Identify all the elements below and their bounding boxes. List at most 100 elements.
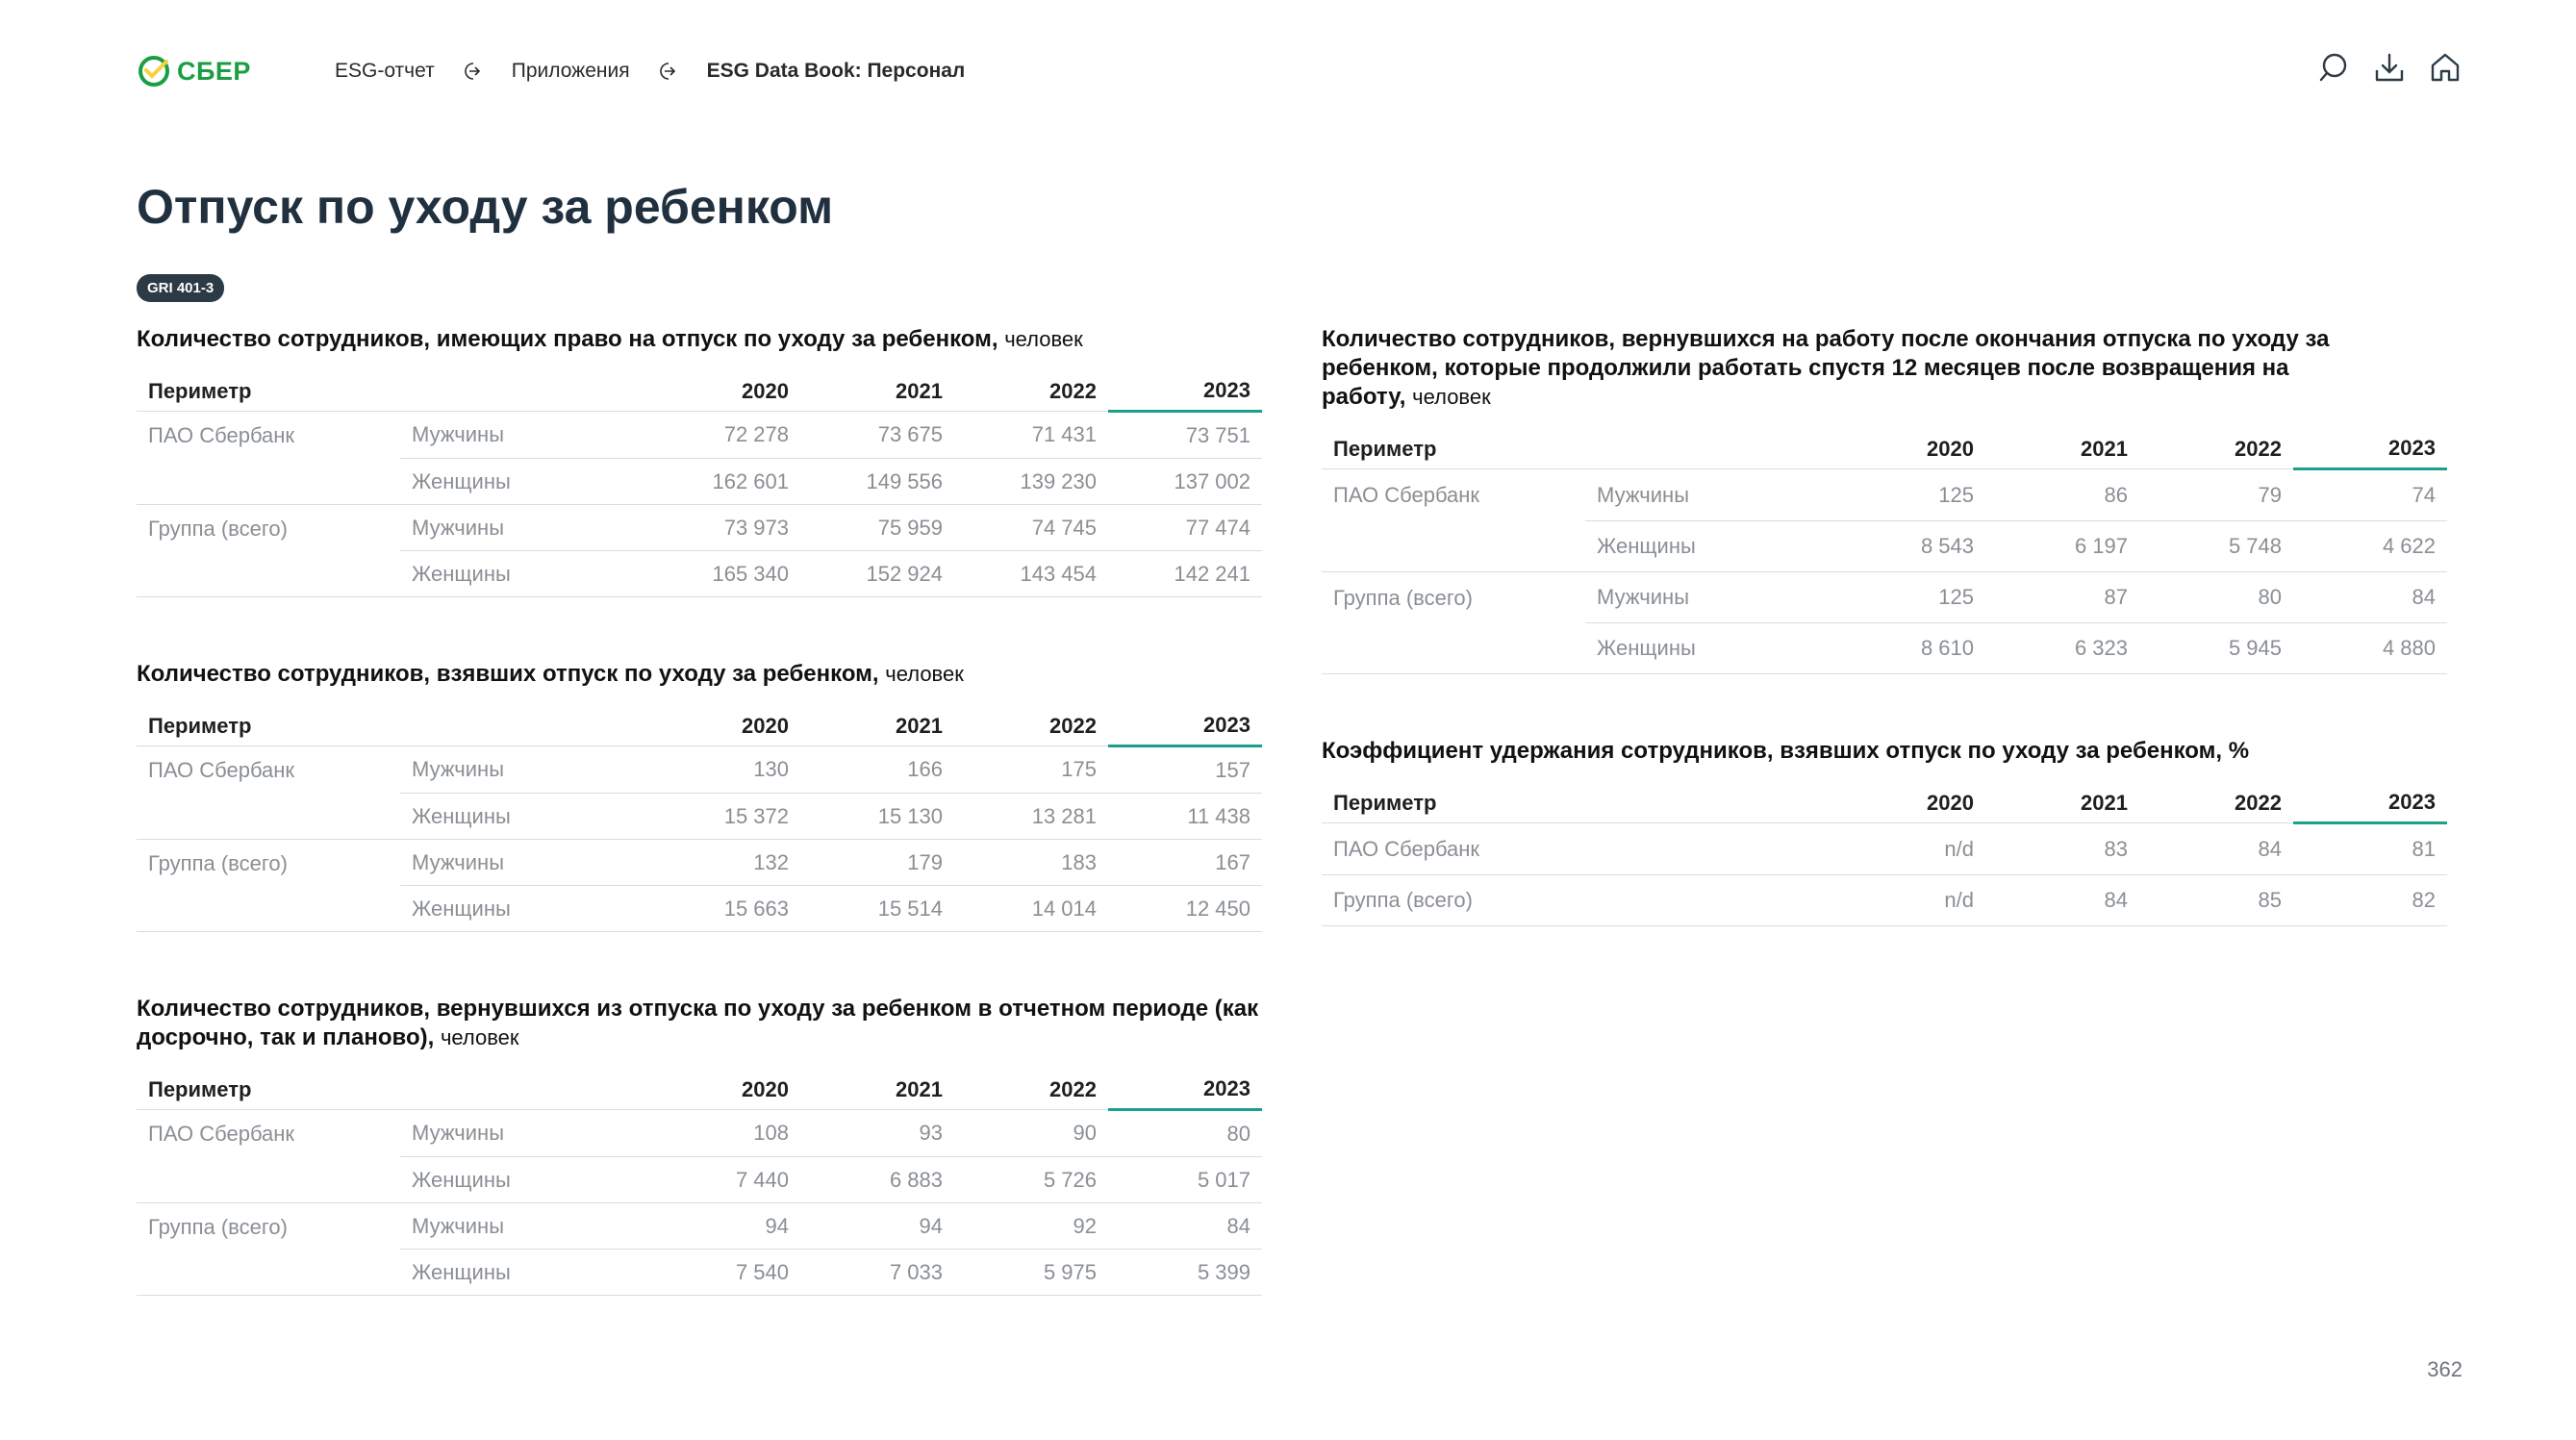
column-header-year: 2023 <box>1108 1070 1262 1111</box>
column-header-perimeter: Периметр <box>137 371 646 412</box>
gender-cell: Мужчины <box>400 745 646 794</box>
header-row: Периметр 2020 2021 2022 2023 <box>137 706 1262 747</box>
column-header-year: 2023 <box>2293 783 2447 824</box>
column-header-year: 2020 <box>646 371 800 412</box>
value-cell: 7 033 <box>800 1249 954 1296</box>
value-cell: 71 431 <box>954 411 1108 459</box>
gender-cell: Женщины <box>400 458 646 505</box>
value-cell: 84 <box>2293 571 2447 623</box>
gender-cell: Мужчины <box>1585 468 1831 521</box>
logo-text: СБЕР <box>177 56 251 86</box>
column-header-perimeter: Периметр <box>137 1070 646 1110</box>
value-cell: 15 372 <box>646 793 800 840</box>
unit-label: человек <box>1004 327 1083 351</box>
home-icon[interactable] <box>2428 50 2462 85</box>
page-number: 362 <box>2427 1357 2462 1381</box>
value-cell: 4 622 <box>2293 520 2447 572</box>
entity-cell: ПАО Сбербанк <box>137 1109 400 1203</box>
column-header-year: 2022 <box>2139 783 2293 823</box>
column-header-perimeter: Периметр <box>137 706 646 746</box>
breadcrumb-appendices[interactable]: Приложения <box>512 60 630 83</box>
column-header-year: 2020 <box>1831 783 1985 823</box>
value-cell: 83 <box>1985 822 2139 875</box>
entity-cell: Группа (всего) <box>1322 874 1831 926</box>
value-cell: 183 <box>954 839 1108 886</box>
value-cell: 14 014 <box>954 885 1108 932</box>
value-cell: 87 <box>1985 571 2139 623</box>
gender-cell: Мужчины <box>1585 571 1831 623</box>
value-cell: 73 751 <box>1108 411 1262 459</box>
sber-logo[interactable]: СБЕР <box>137 54 251 88</box>
value-cell: 13 281 <box>954 793 1108 840</box>
column-header-year: 2022 <box>954 1070 1108 1110</box>
column-header-year: 2022 <box>954 706 1108 746</box>
table-body: ПАО Сбербанк Мужчины 108 93 90 80 Женщины 7 440… <box>137 1109 1262 1296</box>
value-cell: 84 <box>2139 822 2293 875</box>
column-header-perimeter: Периметр <box>1322 429 1831 469</box>
column-header-year: 2020 <box>646 1070 800 1110</box>
breadcrumb-current[interactable]: ESG Data Book: Персонал <box>707 60 966 83</box>
header-row: Периметр 2020 2021 2022 2023 <box>137 1070 1262 1111</box>
gender-cell: Женщины <box>400 550 646 597</box>
column-header-year: 2020 <box>1831 429 1985 469</box>
breadcrumb-arrow-icon <box>659 62 678 81</box>
table-row: ПАО Сбербанк Мужчины 72 278 73 675 71 431 73 … <box>137 411 1262 505</box>
value-cell: 84 <box>1108 1202 1262 1250</box>
value-cell: 125 <box>1831 468 1985 521</box>
breadcrumb: ESG-отчет Приложения ESG Data Book: Перс… <box>335 60 965 83</box>
entity-cell: ПАО Сбербанк <box>1322 468 1585 572</box>
value-cell: 11 438 <box>1108 793 1262 840</box>
page-header: СБЕР ESG-отчет Приложения ESG Data Book:… <box>137 50 2462 96</box>
entity-cell: ПАО Сбербанк <box>1322 822 1831 875</box>
value-cell: 5 975 <box>954 1249 1108 1296</box>
value-cell: 165 340 <box>646 550 800 597</box>
table-header: Периметр 2020 2021 2022 2023 <box>137 371 1262 413</box>
value-cell: 142 241 <box>1108 550 1262 597</box>
header-actions <box>2316 50 2462 85</box>
value-cell: 72 278 <box>646 411 800 459</box>
value-cell: 5 017 <box>1108 1156 1262 1203</box>
value-cell: 7 440 <box>646 1156 800 1203</box>
value-cell: 15 663 <box>646 885 800 932</box>
gender-cell: Женщины <box>1585 520 1831 572</box>
column-header-year: 2021 <box>800 706 954 746</box>
table-body: ПАО Сбербанк Мужчины 130 166 175 157 Женщины 15… <box>137 745 1262 932</box>
value-cell: 12 450 <box>1108 885 1262 932</box>
table-row: Группа (всего) Мужчины 73 973 75 959 74 745 7… <box>137 504 1262 597</box>
value-cell: 167 <box>1108 839 1262 886</box>
column-header-year: 2023 <box>1108 371 1262 413</box>
gender-cell: Женщины <box>400 1249 646 1296</box>
table-body: ПАО Сбербанк n/d 83 84 81 Группа (всего) n/d 84… <box>1322 822 2447 926</box>
value-cell: 82 <box>2293 874 2447 926</box>
value-cell: 80 <box>1108 1109 1262 1157</box>
gender-cell: Мужчины <box>400 839 646 886</box>
value-cell: 179 <box>800 839 954 886</box>
entity-cell: Группа (всего) <box>137 1202 400 1296</box>
search-icon[interactable] <box>2316 50 2351 85</box>
value-cell: 6 323 <box>1985 622 2139 674</box>
value-cell: 77 474 <box>1108 504 1262 551</box>
gender-cell: Мужчины <box>400 411 646 459</box>
value-cell: 137 002 <box>1108 458 1262 505</box>
entity-cell: Группа (всего) <box>137 839 400 932</box>
entity-cell: ПАО Сбербанк <box>137 411 400 505</box>
retention-table: Периметр 2020 2021 2022 2023 ПАО Сбербанк n/d 8… <box>1322 783 2447 926</box>
section-took-leave: Количество сотрудников, взявших отпуск п… <box>137 660 1262 932</box>
table-row: ПАО Сбербанк Мужчины 108 93 90 80 <box>137 1109 1262 1203</box>
download-icon[interactable] <box>2372 50 2407 85</box>
gender-cell: Мужчины <box>400 1109 646 1157</box>
value-cell: 80 <box>2139 571 2293 623</box>
value-cell: 108 <box>646 1109 800 1157</box>
gender-cell: Женщины <box>400 885 646 932</box>
value-cell: 143 454 <box>954 550 1108 597</box>
unit-label: человек <box>440 1025 519 1049</box>
value-cell: 130 <box>646 745 800 794</box>
table-row: Группа (всего) n/d 84 85 82 <box>1322 874 2447 926</box>
breadcrumb-esg-report[interactable]: ESG-отчет <box>335 60 435 83</box>
value-cell: 94 <box>800 1202 954 1250</box>
gender-cell: Женщины <box>1585 622 1831 674</box>
table-header: Периметр 2020 2021 2022 2023 <box>1322 429 2447 470</box>
value-cell: 75 959 <box>800 504 954 551</box>
value-cell: 162 601 <box>646 458 800 505</box>
section-title: Коэффициент удержания сотрудников, взявш… <box>1322 738 2250 764</box>
